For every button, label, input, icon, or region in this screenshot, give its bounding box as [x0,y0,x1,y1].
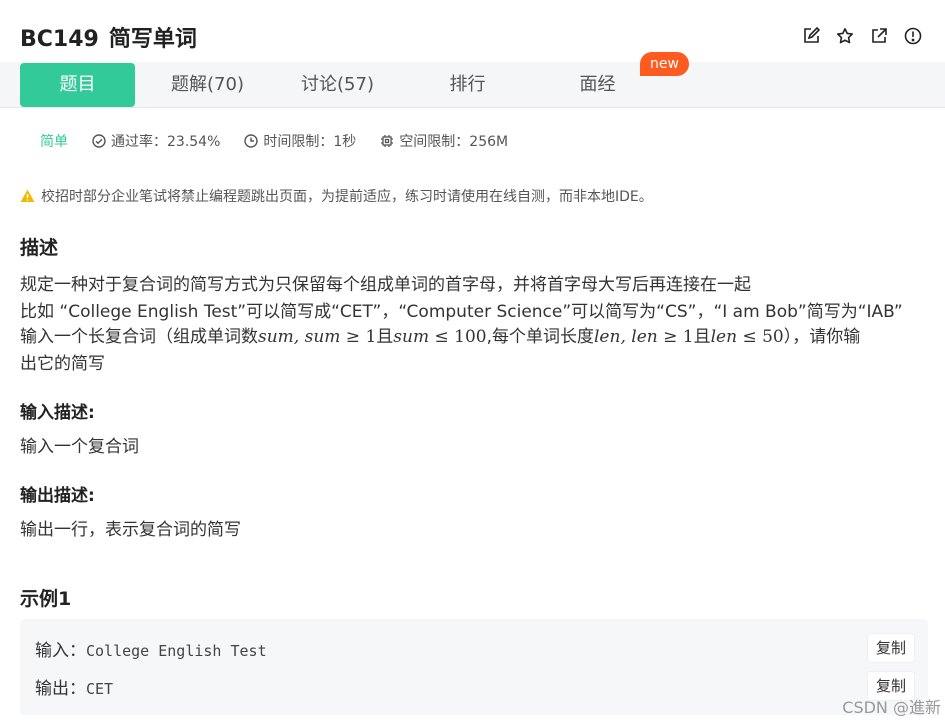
page-title: BC149 简写单词 [20,21,197,53]
description-line-1: 规定一种对于复合词的简写方式为只保留每个组成单词的首字母，并将首字母大写后再连接… [20,275,751,295]
output-desc-heading: 输出描述: [20,486,95,506]
output-desc-text: 输出一行，表示复合词的简写 [20,520,241,540]
chip-icon [381,135,394,147]
example-output-value: CET [86,680,114,698]
description-line-2: 比如 “College English Test”可以简写成“CET”，“Com… [20,302,903,322]
edit-icon[interactable] [801,26,821,46]
external-link-icon[interactable] [869,26,889,46]
info-icon[interactable] [903,26,923,46]
notice-text: 校招时部分企业笔试将禁止编程题跳出页面，为提前适应，练习时请使用在线自测，而非本… [41,189,653,205]
tab-solutions[interactable]: 题解(70) [150,63,265,107]
tab-bar: 题目 题解(70) 讨论(57) 排行 面经 [0,62,945,108]
csdn-watermark: CSDN @進新 [842,698,941,717]
input-desc-heading: 输入描述: [20,403,95,423]
example-output-row: 输出：CET [35,674,113,699]
warning-icon [20,189,35,203]
problem-code: BC149 [20,27,99,52]
input-desc-text: 输入一个复合词 [20,437,139,457]
example-output-label: 输出： [35,679,86,699]
pass-rate: 通过率：23.54% [92,131,220,151]
toolbar-icons [801,26,923,46]
tab-problem[interactable]: 题目 [20,63,135,107]
example-input-row: 输入：College English Test [35,636,267,661]
tab-interview[interactable]: 面经 [540,63,655,107]
exam-notice: 校招时部分企业笔试将禁止编程题跳出页面，为提前适应，练习时请使用在线自测，而非本… [20,186,653,206]
star-icon[interactable] [835,26,855,46]
description-heading: 描述 [20,237,59,259]
memory-limit: 空间限制：256M [380,131,508,151]
example-heading: 示例1 [20,588,72,610]
example-input-label: 输入： [35,641,86,661]
problem-name: 简写单词 [108,27,197,52]
description-line-3: 输入一个长复合词（组成单词数sum, sum ≥ 1且sum ≤ 100,每个单… [20,327,861,347]
clock-icon [244,134,259,148]
new-badge: new [640,52,689,76]
difficulty-label: 简单 [40,134,68,150]
header: BC149 简写单词 [0,0,945,62]
tab-discussion[interactable]: 讨论(57) [280,63,395,107]
description-line-4: 出它的简写 [20,354,105,374]
example-box: 输入：College English Test 复制 输出：CET 复制 [20,619,928,715]
example-input-value: College English Test [86,642,267,660]
check-circle-icon [92,134,106,148]
copy-input-button[interactable]: 复制 [868,634,914,662]
tab-ranking[interactable]: 排行 [410,63,525,107]
problem-meta: 简单 通过率：23.54% 时间限制：1秒 空间限制：256M [40,130,532,152]
time-limit: 时间限制：1秒 [244,131,356,151]
